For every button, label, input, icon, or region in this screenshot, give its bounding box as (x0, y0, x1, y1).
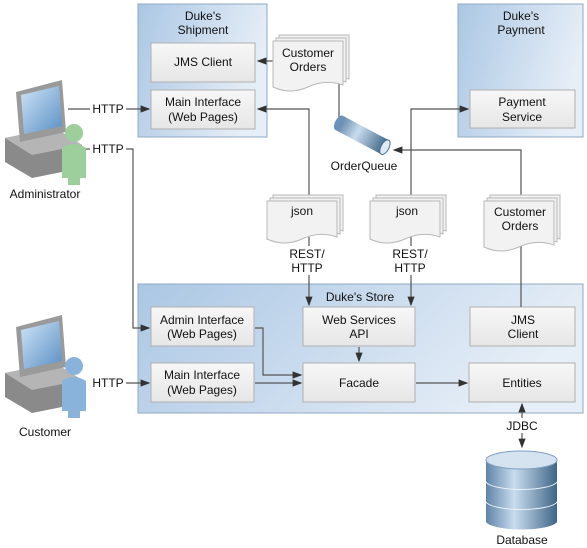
store-jms-client: JMS (511, 313, 535, 327)
jdbc-label: JDBC (506, 419, 538, 433)
shipment-main-interface: (Web Pages) (168, 110, 238, 124)
http-label: HTTP (92, 376, 123, 390)
payment-service: Payment (498, 95, 546, 109)
customer-label: Customer (19, 425, 71, 439)
dukes-shipment-container: Duke's Shipment JMS Client Main Interfac… (137, 3, 268, 138)
store-web-services-api: Web Services (322, 313, 396, 327)
payment-title: Duke's (503, 9, 539, 23)
database-icon (485, 450, 558, 530)
order-queue: OrderQueue (331, 115, 398, 173)
svg-text:Customer: Customer (282, 46, 334, 60)
svg-text:Customer: Customer (494, 205, 546, 219)
json-document-right: json (369, 194, 447, 244)
svg-text:Orders: Orders (290, 60, 327, 74)
shipment-main-interface: Main Interface (165, 95, 241, 109)
shipment-title: Duke's (185, 9, 221, 23)
store-main-interface: (Web Pages) (167, 383, 237, 397)
customer-orders-document-top: Customer Orders (272, 34, 350, 92)
svg-text:json: json (290, 204, 313, 218)
store-main-interface: Main Interface (164, 368, 240, 382)
dukes-store-container: Duke's Store Admin Interface (Web Pages)… (137, 283, 584, 414)
rest-http-label: REST/ (392, 247, 428, 261)
rest-http-label: REST/ (289, 247, 325, 261)
svg-text:Orders: Orders (502, 219, 539, 233)
administrator-person-icon (62, 124, 86, 185)
dukes-payment-container: Duke's Payment Payment Service (457, 3, 584, 138)
http-label: HTTP (92, 142, 123, 156)
shipment-title: Shipment (178, 23, 229, 37)
store-entities: Entities (502, 376, 541, 390)
store-jms-client: Client (508, 327, 539, 341)
architecture-diagram: Duke's Shipment JMS Client Main Interfac… (5, 3, 584, 547)
rest-http-label: HTTP (394, 261, 425, 275)
customer-orders-document-bottom: Customer Orders (483, 194, 561, 252)
payment-title: Payment (497, 23, 545, 37)
http-label: HTTP (92, 102, 123, 116)
store-admin-interface: Admin Interface (160, 313, 244, 327)
store-facade: Facade (339, 376, 379, 390)
store-web-services-api: API (349, 327, 368, 341)
svg-text:json: json (395, 204, 418, 218)
database-label: Database (496, 533, 548, 547)
administrator-label: Administrator (10, 187, 81, 201)
customer-person-icon (62, 357, 86, 418)
order-queue-label: OrderQueue (331, 159, 398, 173)
store-admin-interface: (Web Pages) (167, 327, 237, 341)
payment-service: Service (502, 110, 542, 124)
json-document-left: json (266, 194, 344, 244)
shipment-jms-client: JMS Client (174, 55, 233, 69)
store-title: Duke's Store (326, 290, 395, 304)
rest-http-label: HTTP (291, 261, 322, 275)
